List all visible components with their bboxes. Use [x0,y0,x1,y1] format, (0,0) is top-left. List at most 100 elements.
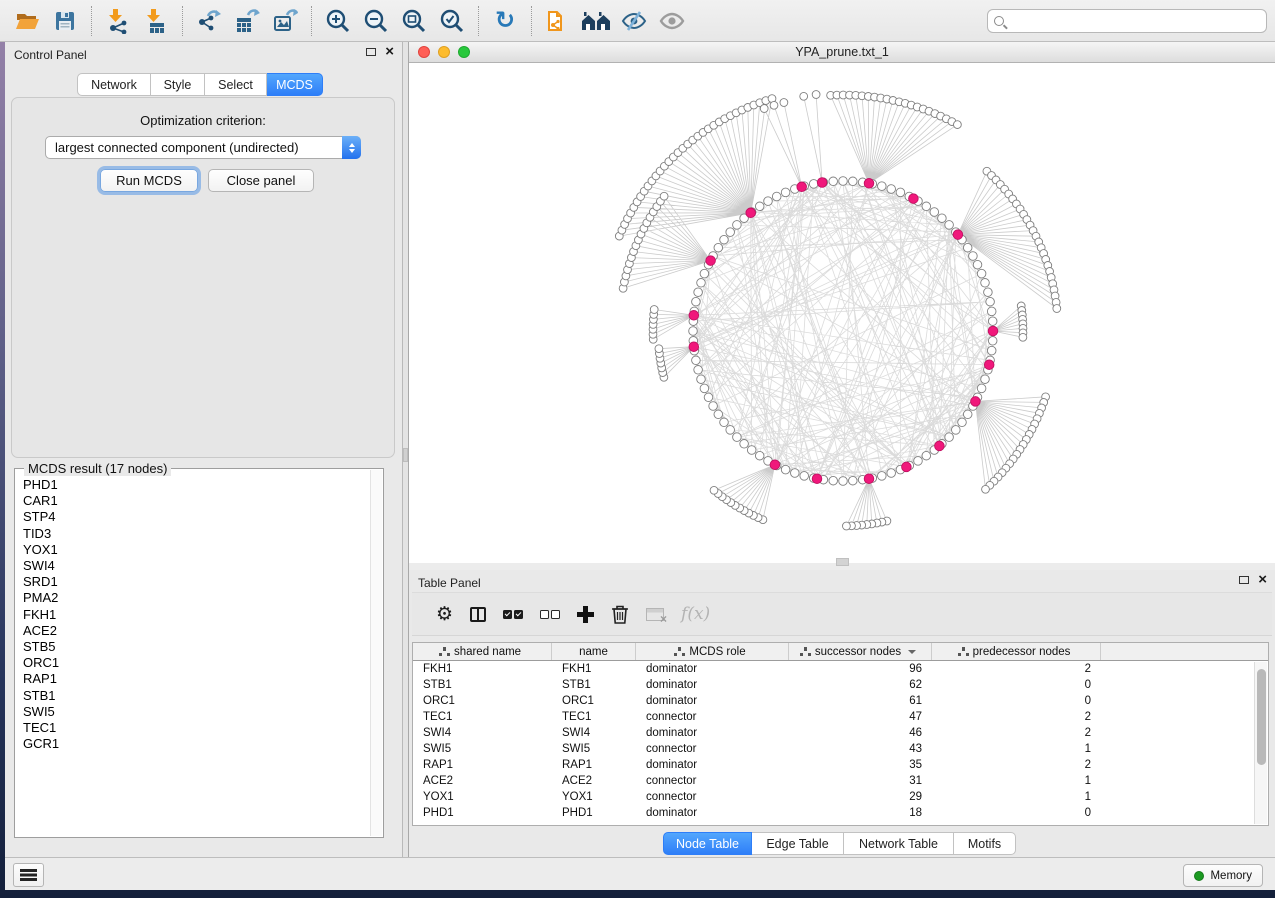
network-node[interactable] [780,99,788,107]
table-row[interactable]: SWI4SWI4dominator462 [413,725,1268,741]
table-cell[interactable]: 2 [932,759,1101,771]
network-node[interactable] [800,472,809,481]
network-hub-node[interactable] [689,342,699,352]
network-node[interactable] [958,418,967,427]
save-session-button[interactable] [46,3,84,39]
table-cell[interactable]: FKH1 [552,663,636,675]
list-item[interactable]: PMA2 [17,590,369,606]
network-node[interactable] [1019,333,1027,341]
network-node[interactable] [781,188,790,197]
network-hub-node[interactable] [971,397,981,407]
export-network-button[interactable] [190,3,228,39]
network-node[interactable] [973,260,982,269]
table-cell[interactable]: connector [636,775,789,787]
table-cell[interactable]: dominator [636,727,789,739]
table-row[interactable]: FKH1FKH1dominator962 [413,661,1268,677]
network-node[interactable] [987,346,996,355]
network-node[interactable] [982,485,990,493]
network-node[interactable] [764,197,773,206]
zoom-selected-button[interactable] [433,3,471,39]
network-hub-node[interactable] [770,460,780,470]
houses-button[interactable] [577,3,615,39]
network-node[interactable] [700,269,709,278]
column-header-mcds-role[interactable]: MCDS role [636,643,789,660]
table-row[interactable]: ACE2ACE2connector311 [413,773,1268,789]
table-cell[interactable]: ORC1 [552,695,636,707]
network-node[interactable] [740,440,749,449]
horizontal-splitter[interactable] [409,563,1275,570]
network-node[interactable] [984,288,993,297]
table-cell[interactable]: RAP1 [552,759,636,771]
list-item[interactable]: CAR1 [17,493,369,509]
close-panel-icon[interactable]: × [1258,575,1267,585]
network-node[interactable] [710,486,718,494]
network-node[interactable] [704,393,713,402]
network-node[interactable] [733,221,742,230]
network-node[interactable] [720,235,729,244]
list-item[interactable]: STB5 [17,639,369,655]
network-node[interactable] [849,476,858,485]
table-row[interactable]: YOX1YOX1connector291 [413,789,1268,805]
list-item[interactable]: TEC1 [17,720,369,736]
import-table-button[interactable] [137,3,175,39]
network-node[interactable] [697,375,706,384]
float-panel-icon[interactable] [366,48,376,56]
list-item[interactable]: PHD1 [17,477,369,493]
table-cell[interactable]: SWI4 [552,727,636,739]
network-node[interactable] [977,384,986,393]
network-node[interactable] [839,477,848,486]
network-node[interactable] [726,426,735,435]
table-cell[interactable]: ACE2 [413,775,552,787]
table-cell[interactable]: 0 [932,807,1101,819]
table-cell[interactable]: 29 [789,791,932,803]
list-item[interactable]: TID3 [17,526,369,542]
network-node[interactable] [714,410,723,419]
select-all-icon[interactable] [503,610,523,619]
list-item[interactable]: STP4 [17,509,369,525]
splitter-handle[interactable] [403,448,408,462]
table-cell[interactable]: SWI5 [552,743,636,755]
show-column-icon[interactable] [470,607,486,622]
network-node[interactable] [791,469,800,478]
network-hub-node[interactable] [706,256,716,266]
network-hub-node[interactable] [988,326,998,336]
tab-mcds[interactable]: MCDS [267,73,323,96]
network-canvas[interactable] [409,63,1275,563]
table-scrollbar[interactable] [1254,662,1267,824]
search-input[interactable] [1010,14,1260,28]
network-hub-node[interactable] [797,182,807,192]
network-hub-node[interactable] [817,178,827,188]
tab-select[interactable]: Select [205,73,267,96]
import-network-button[interactable] [99,3,137,39]
table-row[interactable]: ORC1ORC1dominator610 [413,693,1268,709]
network-node[interactable] [945,221,954,230]
network-node[interactable] [843,522,851,530]
export-table-button[interactable] [228,3,266,39]
network-node[interactable] [692,297,701,306]
table-cell[interactable]: ACE2 [552,775,636,787]
table-row[interactable]: TEC1TEC1connector472 [413,709,1268,725]
table-cell[interactable]: PHD1 [413,807,552,819]
table-cell[interactable]: connector [636,743,789,755]
list-item[interactable]: YOX1 [17,542,369,558]
table-cell[interactable]: 1 [932,743,1101,755]
list-item[interactable]: FKH1 [17,607,369,623]
network-node[interactable] [849,177,858,186]
table-cell[interactable]: 1 [932,775,1101,787]
network-node[interactable] [954,121,962,129]
table-cell[interactable]: connector [636,791,789,803]
refresh-button[interactable]: ↻ [486,3,524,39]
share-document-button[interactable] [539,3,577,39]
export-image-button[interactable] [266,3,304,39]
show-graphics-button[interactable] [653,3,691,39]
network-node[interactable] [945,433,954,442]
list-item[interactable]: RAP1 [17,671,369,687]
network-node[interactable] [938,214,947,223]
network-node[interactable] [694,288,703,297]
table-cell[interactable]: dominator [636,663,789,675]
column-header-successor-nodes[interactable]: successor nodes [789,643,932,660]
network-node[interactable] [692,356,701,365]
table-cell[interactable]: 96 [789,663,932,675]
network-hub-node[interactable] [689,311,699,321]
network-node[interactable] [922,451,931,460]
